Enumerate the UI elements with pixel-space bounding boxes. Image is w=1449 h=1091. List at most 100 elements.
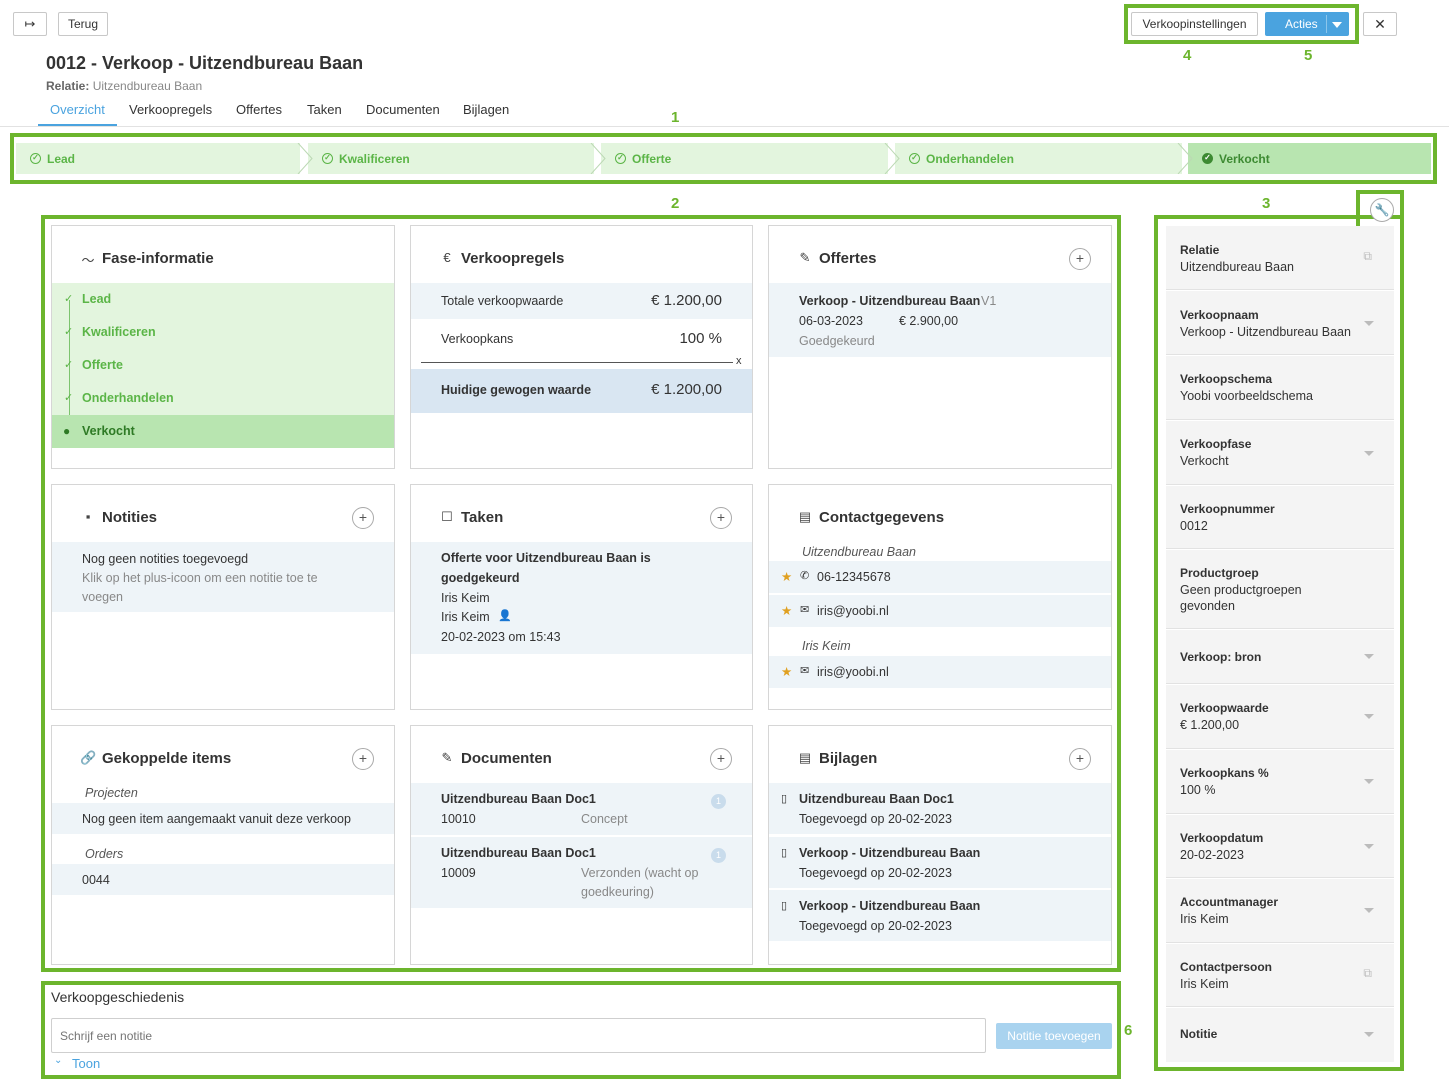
stage-label: Offerte [632,151,672,166]
document-name[interactable]: Uitzendbureau Baan Doc1 [441,792,596,806]
phase-card: 〜 Fase-informatie ✓ Lead ✓ Kwalificeren … [51,225,395,469]
sidebar-field-notitie[interactable]: Notitie [1166,1008,1394,1062]
chevron-down-icon[interactable] [1364,654,1374,659]
tab-taken[interactable]: Taken [307,102,342,117]
add-attachment-button[interactable]: + [1069,748,1091,770]
attachments-icon: ▤ [798,750,812,765]
copy-icon[interactable]: ⧉ [1363,966,1372,981]
attachment-row[interactable] [769,837,1111,888]
sidebar-field-verkoopdatum[interactable]: Verkoopdatum 20-02-2023 [1166,815,1394,878]
sales-settings-button[interactable]: Verkoopinstellingen [1131,12,1258,36]
attachment-row[interactable] [769,890,1111,941]
attachment-name[interactable]: Uitzendbureau Baan Doc1 [799,792,954,806]
field-value: Geen productgroepen [1180,583,1302,597]
task-person: Iris Keim [441,591,490,605]
chance-value: 100 % [679,330,722,347]
quote-name[interactable]: Verkoop - Uitzendbureau Baan [799,294,980,308]
chevron-down-icon[interactable] [1364,451,1374,456]
field-value: Uitzendbureau Baan [1180,260,1294,274]
attachment-added: Toegevoegd op 20-02-2023 [799,866,952,880]
tab-documenten[interactable]: Documenten [366,102,440,117]
sidebar-field-verkoopnummer[interactable]: Verkoopnummer 0012 [1166,486,1394,549]
task-name-line[interactable]: goedgekeurd [441,571,520,585]
attachment-row[interactable] [769,783,1111,834]
document-status: Verzonden (wacht op [581,866,699,880]
add-task-button[interactable]: + [710,507,732,529]
wrench-button[interactable]: 🔧 [1370,198,1394,222]
multiply-line [421,362,733,363]
actions-button[interactable]: Acties [1265,12,1349,36]
attachment-name[interactable]: Verkoop - Uitzendbureau Baan [799,846,980,860]
tab-bijlagen[interactable]: Bijlagen [463,102,509,117]
file-icon: ▯ [781,847,788,859]
relation-value: Uitzendbureau Baan [92,79,203,93]
chevron-down-icon[interactable] [1364,321,1374,326]
sidebar-field-contactpersoon[interactable]: Contactpersoon Iris Keim ⧉ [1166,944,1394,1007]
task-assignee: Iris Keim [441,610,490,624]
stage-separator [297,143,313,174]
card-title: Documenten [461,750,552,767]
chevron-down-icon[interactable] [1364,844,1374,849]
field-label: Verkoop: bron [1180,650,1262,664]
tab-verkoopregels[interactable]: Verkoopregels [129,102,212,117]
quotes-card: ✎ Offertes + Verkoop - Uitzendbureau Baa… [768,225,1112,469]
contact-phone[interactable]: 06-12345678 [817,570,891,584]
contact-person: Iris Keim [802,639,851,653]
attachment-name[interactable]: Verkoop - Uitzendbureau Baan [799,899,980,913]
chevron-down-icon[interactable] [1364,779,1374,784]
sidebar-field-bron[interactable]: Verkoop: bron [1166,630,1394,684]
stage-verkocht[interactable]: ✓ Verkocht [1188,143,1431,174]
stage-lead[interactable]: ✓ Lead [16,143,300,174]
document-icon: ✎ [441,750,453,765]
tab-overzicht[interactable]: Overzicht [50,102,105,117]
contact-email[interactable]: iris@yoobi.nl [817,665,889,679]
chevron-down-icon[interactable] [1364,908,1374,913]
add-note-submit-button[interactable]: Notitie toevoegen [996,1023,1112,1049]
show-history-link[interactable]: Toon [72,1056,100,1071]
stage-offerte[interactable]: ✓ Offerte [601,143,888,174]
comment-icon: ▪ [85,509,91,524]
chevron-down-icon[interactable] [1364,1032,1374,1037]
add-note-button[interactable]: + [352,507,374,529]
phase-check-icon: ✓ [64,359,74,371]
chevron-down-icon[interactable] [1364,714,1374,719]
collapse-button[interactable]: ↦ [13,12,47,36]
add-quote-button[interactable]: + [1069,248,1091,270]
sidebar-field-accountmanager[interactable]: Accountmanager Iris Keim [1166,879,1394,943]
stage-separator [1177,143,1193,174]
order-number[interactable]: 0044 [82,873,110,887]
field-value: Verkocht [1180,454,1229,468]
sidebar-field-productgroep[interactable]: Productgroep Geen productgroepen gevonde… [1166,550,1394,629]
field-value: Iris Keim [1180,912,1229,926]
projects-label: Projecten [85,786,138,800]
stage-onderhandelen[interactable]: ✓ Onderhandelen [895,143,1182,174]
sidebar-field-verkoopkans[interactable]: Verkoopkans % 100 % [1166,750,1394,814]
document-status: goedkeuring) [581,885,654,899]
add-linked-button[interactable]: + [352,748,374,770]
sidebar-field-relatie[interactable]: Relatie Uitzendbureau Baan ⧉ [1166,226,1394,290]
sidebar-field-verkoopfase[interactable]: Verkoopfase Verkocht [1166,421,1394,485]
sidebar-field-verkoopwaarde[interactable]: Verkoopwaarde € 1.200,00 [1166,685,1394,749]
trend-icon: 〜 [81,253,95,268]
external-link-icon[interactable]: ⧉ [1363,249,1372,264]
stage-separator [590,143,606,174]
document-name[interactable]: Uitzendbureau Baan Doc1 [441,846,596,860]
sidebar-field-verkoopschema[interactable]: Verkoopschema Yoobi voorbeeldschema [1166,356,1394,420]
add-document-button[interactable]: + [710,748,732,770]
field-label: Verkoopnummer [1180,502,1275,516]
stage-label: Verkocht [1219,151,1270,166]
field-value: Iris Keim [1180,977,1229,991]
document-number: 10009 [441,866,476,880]
actions-divider [1326,15,1327,33]
task-name-line[interactable]: Offerte voor Uitzendbureau Baan is [441,551,651,565]
document-row[interactable] [411,783,752,835]
attachment-added: Toegevoegd op 20-02-2023 [799,812,952,826]
back-button[interactable]: Terug [58,12,108,36]
close-button[interactable]: ✕ [1363,12,1397,36]
marker-2: 2 [671,195,680,212]
sidebar-field-verkoopnaam[interactable]: Verkoopnaam Verkoop - Uitzendbureau Baan [1166,291,1394,355]
history-note-input[interactable] [51,1018,986,1053]
stage-kwalificeren[interactable]: ✓ Kwalificeren [308,143,594,174]
tab-offertes[interactable]: Offertes [236,102,282,117]
contact-email[interactable]: iris@yoobi.nl [817,604,889,618]
